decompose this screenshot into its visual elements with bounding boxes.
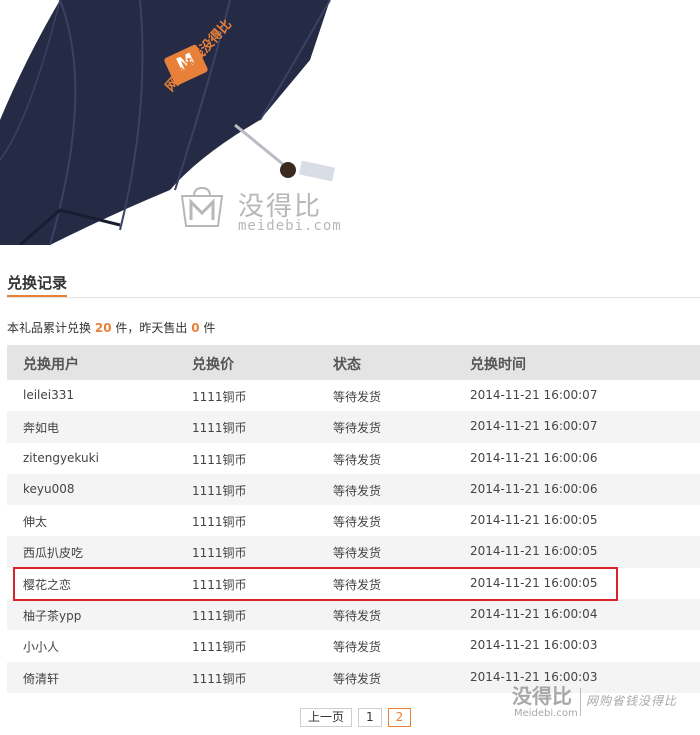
table-row: 奔如电 1111铜币 等待发货 2014-11-21 16:00:07 bbox=[7, 411, 700, 443]
cell-time: 2014-11-21 16:00:05 bbox=[470, 513, 598, 528]
cell-user: 奔如电 bbox=[23, 421, 60, 436]
summary-suffix: 件 bbox=[203, 321, 216, 335]
cell-user: 小小人 bbox=[23, 640, 60, 655]
page-1-button[interactable]: 1 bbox=[358, 708, 382, 727]
cell-time: 2014-11-21 16:00:04 bbox=[470, 607, 598, 622]
cell-time: 2014-11-21 16:00:07 bbox=[470, 388, 598, 402]
exchange-summary: 本礼品累计兑换 20 件，昨天售出 0 件 bbox=[7, 319, 215, 336]
summary-yesterday: 0 bbox=[191, 321, 200, 335]
table-header: 兑换用户 兑换价 状态 兑换时间 bbox=[7, 345, 700, 380]
cell-time: 2014-11-21 16:00:03 bbox=[470, 638, 598, 653]
cell-price: 1111铜币 bbox=[192, 546, 247, 561]
prev-page-button[interactable]: 上一页 bbox=[300, 708, 353, 727]
cell-status: 等待发货 bbox=[333, 609, 382, 624]
header-status: 状态 bbox=[333, 357, 361, 373]
footer-watermark-en: Meidebi.com bbox=[514, 708, 578, 719]
summary-mid: 件，昨天售出 bbox=[115, 321, 188, 335]
cell-price: 1111铜币 bbox=[192, 609, 247, 624]
section-title: 兑换记录 bbox=[7, 274, 68, 292]
summary-total: 20 bbox=[94, 321, 112, 335]
cell-time: 2014-11-21 16:00:06 bbox=[470, 450, 598, 465]
cell-price: 1111铜币 bbox=[192, 452, 247, 467]
footer-watermark-cn: 没得比 bbox=[512, 684, 572, 708]
cell-user: 倚清轩 bbox=[23, 671, 60, 686]
cell-user: keyu008 bbox=[23, 481, 75, 496]
exchange-records-table: 兑换用户 兑换价 状态 兑换时间 leilei331 1111铜币 等待发货 2… bbox=[7, 345, 700, 693]
cell-user: 西瓜扒皮吃 bbox=[23, 546, 84, 561]
watermark-en: meidebi.com bbox=[238, 218, 342, 234]
table-body: leilei331 1111铜币 等待发货 2014-11-21 16:00:0… bbox=[7, 380, 700, 693]
cell-status: 等待发货 bbox=[333, 483, 382, 498]
cell-status: 等待发货 bbox=[333, 421, 382, 436]
header-user: 兑换用户 bbox=[23, 357, 79, 373]
product-image: M 网购省钱没得比 没得比 meidebi.com bbox=[0, 0, 380, 247]
footer-watermark-divider bbox=[580, 688, 581, 716]
cell-price: 1111铜币 bbox=[192, 421, 247, 436]
cell-user: 柚子茶ypp bbox=[23, 609, 82, 624]
cell-time: 2014-11-21 16:00:07 bbox=[470, 419, 598, 434]
section-divider bbox=[7, 297, 700, 298]
table-row: 小小人 1111铜币 等待发货 2014-11-21 16:00:03 bbox=[7, 630, 700, 661]
cell-status: 等待发货 bbox=[333, 452, 382, 467]
table-row: leilei331 1111铜币 等待发货 2014-11-21 16:00:0… bbox=[7, 380, 700, 411]
header-price: 兑换价 bbox=[192, 357, 234, 373]
cell-user: leilei331 bbox=[23, 388, 75, 402]
page-2-button[interactable]: 2 bbox=[387, 708, 412, 727]
table-row: 西瓜扒皮吃 1111铜币 等待发货 2014-11-21 16:00:05 bbox=[7, 536, 700, 568]
cell-time: 2014-11-21 16:00:06 bbox=[470, 481, 598, 496]
summary-prefix: 本礼品累计兑换 bbox=[7, 321, 92, 335]
table-row: 伸太 1111铜币 等待发货 2014-11-21 16:00:05 bbox=[7, 505, 700, 536]
table-row: keyu008 1111铜币 等待发货 2014-11-21 16:00:06 bbox=[7, 473, 700, 506]
pagination: 上一页 1 2 bbox=[300, 708, 412, 728]
cell-status: 等待发货 bbox=[333, 640, 382, 655]
cell-status: 等待发货 bbox=[333, 546, 382, 561]
cell-status: 等待发货 bbox=[333, 515, 382, 530]
cell-price: 1111铜币 bbox=[192, 390, 247, 404]
cell-time: 2014-11-21 16:00:05 bbox=[470, 544, 598, 559]
header-time: 兑换时间 bbox=[470, 357, 526, 373]
cell-price: 1111铜币 bbox=[192, 515, 247, 530]
cell-price: 1111铜币 bbox=[192, 671, 247, 686]
highlight-box bbox=[13, 567, 618, 601]
cell-user: zitengyekuki bbox=[23, 450, 99, 465]
cell-user: 伸太 bbox=[23, 515, 48, 530]
cell-price: 1111铜币 bbox=[192, 483, 247, 498]
cell-status: 等待发货 bbox=[333, 671, 382, 686]
cell-status: 等待发货 bbox=[333, 390, 382, 404]
table-row: zitengyekuki 1111铜币 等待发货 2014-11-21 16:0… bbox=[7, 443, 700, 474]
table-row: 柚子茶ypp 1111铜币 等待发货 2014-11-21 16:00:04 bbox=[7, 599, 700, 631]
footer-watermark: 没得比 Meidebi.com 网购省钱没得比 bbox=[512, 680, 700, 730]
footer-watermark-slogan: 网购省钱没得比 bbox=[586, 694, 678, 708]
meidebi-watermark-logo-icon bbox=[180, 186, 224, 227]
cell-price: 1111铜币 bbox=[192, 640, 247, 655]
